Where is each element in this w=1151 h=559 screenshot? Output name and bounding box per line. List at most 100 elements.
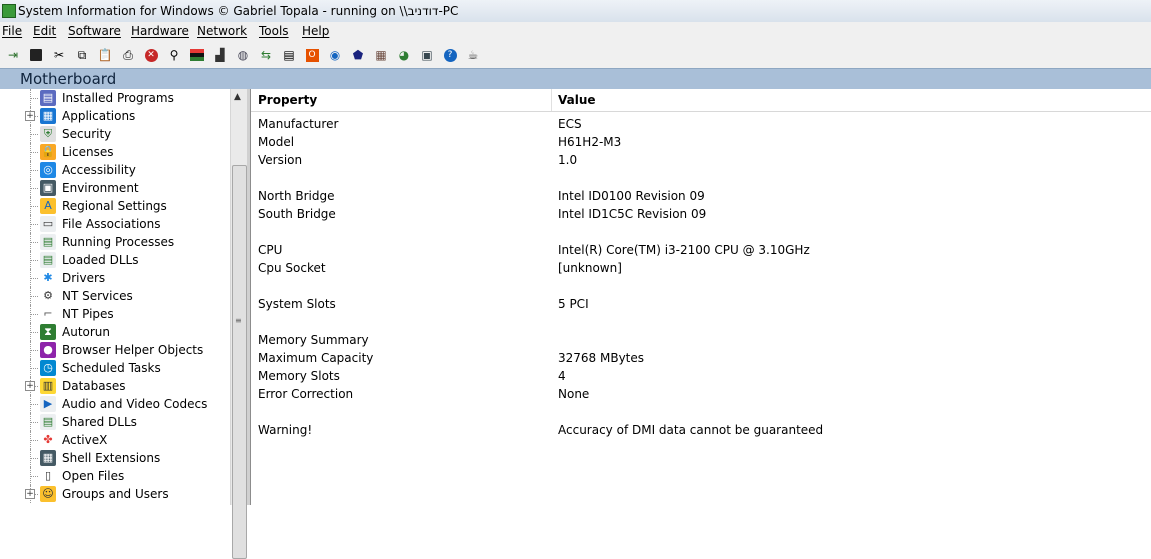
sidebar-item-label: Licenses (62, 145, 114, 159)
codecs-icon: ▶ (40, 396, 56, 412)
stop-icon[interactable]: ✕ (143, 47, 159, 63)
window-title: System Information for Windows © Gabriel… (18, 4, 459, 18)
expand-icon[interactable]: + (25, 381, 35, 391)
help-icon[interactable]: ? (442, 47, 458, 63)
sidebar-item-licenses[interactable]: 🔒 Licenses (0, 143, 228, 161)
applications-icon: ▦ (40, 108, 56, 124)
sidebar-item-environment[interactable]: ▣ Environment (0, 179, 228, 197)
scroll-up-arrow-icon[interactable]: ▲ (234, 92, 241, 102)
table-row[interactable]: Cpu Socket [unknown] (251, 259, 1151, 277)
column-header-value[interactable]: Value (558, 93, 596, 107)
cut-icon[interactable]: ✂ (51, 47, 67, 63)
tree-line (30, 350, 38, 351)
print-icon[interactable]: ⎙ (120, 47, 136, 63)
menu-edit[interactable]: Edit (33, 24, 56, 38)
copy-icon[interactable]: ⧉ (74, 47, 90, 63)
find-icon[interactable]: ⚲ (166, 47, 182, 63)
menu-tools[interactable]: Tools (259, 24, 289, 38)
property-cell: North Bridge (258, 189, 335, 203)
table-row[interactable]: North Bridge Intel ID0100 Revision 09 (251, 187, 1151, 205)
sidebar-item-shared-dlls[interactable]: ▤ Shared DLLs (0, 413, 228, 431)
property-cell: South Bridge (258, 207, 336, 221)
flag-icon[interactable] (189, 47, 205, 63)
sidebar-item-drivers[interactable]: ✱ Drivers (0, 269, 228, 287)
table-row[interactable] (251, 403, 1151, 421)
expand-icon[interactable]: + (25, 111, 35, 121)
sidebar-item-databases[interactable]: + ▥ Databases (0, 377, 228, 395)
exit-icon[interactable]: ⇥ (5, 47, 21, 63)
sidebar-item-shell-extensions[interactable]: ▦ Shell Extensions (0, 449, 228, 467)
sidebar-item-label: Audio and Video Codecs (62, 397, 208, 411)
sidebar-scrollbar[interactable]: ▲ ≡ (230, 89, 247, 559)
sidebar-item-nt-services[interactable]: ⚙ NT Services (0, 287, 228, 305)
network-icon[interactable]: ◍ (235, 47, 251, 63)
table-row[interactable]: Version 1.0 (251, 151, 1151, 169)
coffee-icon[interactable]: ☕ (465, 47, 481, 63)
table-row[interactable]: Warning! Accuracy of DMI data cannot be g… (251, 421, 1151, 439)
value-cell: 5 PCI (558, 297, 589, 311)
sidebar-item-running-processes[interactable]: ▤ Running Processes (0, 233, 228, 251)
chart-icon[interactable]: ▟ (212, 47, 228, 63)
table-row[interactable] (251, 169, 1151, 187)
sidebar-item-label: Open Files (62, 469, 125, 483)
paste-icon[interactable]: 📋 (97, 47, 113, 63)
table-row[interactable]: Model H61H2-M3 (251, 133, 1151, 151)
save-icon[interactable] (28, 47, 44, 63)
sidebar-item-regional-settings[interactable]: A Regional Settings (0, 197, 228, 215)
sidebar-item-label: Autorun (62, 325, 111, 339)
sidebar-item-security[interactable]: ⛨ Security (0, 125, 228, 143)
sidebar-item-autorun[interactable]: ⧗ Autorun (0, 323, 228, 341)
menu-bar: File Edit Software Hardware Network Tool… (0, 22, 1151, 42)
sidebar-item-applications[interactable]: + ▦ Applications (0, 107, 228, 125)
value-cell: Accuracy of DMI data cannot be guarantee… (558, 423, 824, 437)
expand-icon[interactable]: + (25, 489, 35, 499)
sidebar-item-browser-helper-objects[interactable]: ● Browser Helper Objects (0, 341, 228, 359)
table-row[interactable]: South Bridge Intel ID1C5C Revision 09 (251, 205, 1151, 223)
column-header-property[interactable]: Property (258, 93, 317, 107)
menu-software[interactable]: Software (68, 24, 121, 38)
sidebar-item-installed-programs[interactable]: ▤ Installed Programs (0, 89, 228, 107)
sidebar-item-label: File Associations (62, 217, 161, 231)
sidebar-item-loaded-dlls[interactable]: ▤ Loaded DLLs (0, 251, 228, 269)
table-row[interactable]: Error Correction None (251, 385, 1151, 403)
menu-file[interactable]: File (2, 24, 22, 38)
value-cell: 1.0 (558, 153, 578, 167)
refresh-icon[interactable]: ⇆ (258, 47, 274, 63)
menu-hardware[interactable]: Hardware (131, 24, 189, 38)
table-row[interactable]: CPU Intel(R) Core(TM) i3-2100 CPU @ 3.10G… (251, 241, 1151, 259)
property-cell: Warning! (258, 423, 313, 437)
shield-icon[interactable]: ⬟ (350, 47, 366, 63)
table-row[interactable]: Memory Summary (251, 331, 1151, 349)
table-row[interactable] (251, 313, 1151, 331)
sidebar-item-activex[interactable]: ✤ ActiveX (0, 431, 228, 449)
sidebar-item-file-associations[interactable]: ▭ File Associations (0, 215, 228, 233)
table-row[interactable]: Manufacturer ECS (251, 115, 1151, 133)
table-row[interactable] (251, 223, 1151, 241)
office-icon[interactable]: O (304, 47, 320, 63)
environment-icon: ▣ (40, 180, 56, 196)
monitor-icon[interactable]: ▣ (419, 47, 435, 63)
sidebar-item-audio-and-video-codecs[interactable]: ▶ Audio and Video Codecs (0, 395, 228, 413)
menu-network[interactable]: Network (197, 24, 247, 38)
globe-icon[interactable]: ◕ (396, 47, 412, 63)
sidebar-item-scheduled-tasks[interactable]: ◷ Scheduled Tasks (0, 359, 228, 377)
sidebar-item-label: Accessibility (62, 163, 136, 177)
tree-line (30, 188, 38, 189)
nt-services-icon: ⚙ (40, 288, 56, 304)
sidebar-item-accessibility[interactable]: ◎ Accessibility (0, 161, 228, 179)
table-row[interactable]: System Slots 5 PCI (251, 295, 1151, 313)
table-row[interactable] (251, 277, 1151, 295)
scheduled-tasks-icon: ◷ (40, 360, 56, 376)
column-divider[interactable] (551, 89, 552, 111)
menu-help[interactable]: Help (302, 24, 329, 38)
app-icon (2, 4, 16, 18)
ie-icon[interactable]: ◉ (327, 47, 343, 63)
grid-icon[interactable]: ▦ (373, 47, 389, 63)
scrollbar-thumb[interactable] (232, 165, 247, 559)
document-icon[interactable]: ▤ (281, 47, 297, 63)
sidebar-item-open-files[interactable]: ▯ Open Files (0, 467, 228, 485)
sidebar-item-nt-pipes[interactable]: ⌐ NT Pipes (0, 305, 228, 323)
table-row[interactable]: Maximum Capacity 32768 MBytes (251, 349, 1151, 367)
table-row[interactable]: Memory Slots 4 (251, 367, 1151, 385)
sidebar-item-groups-and-users[interactable]: + ☺ Groups and Users (0, 485, 228, 503)
